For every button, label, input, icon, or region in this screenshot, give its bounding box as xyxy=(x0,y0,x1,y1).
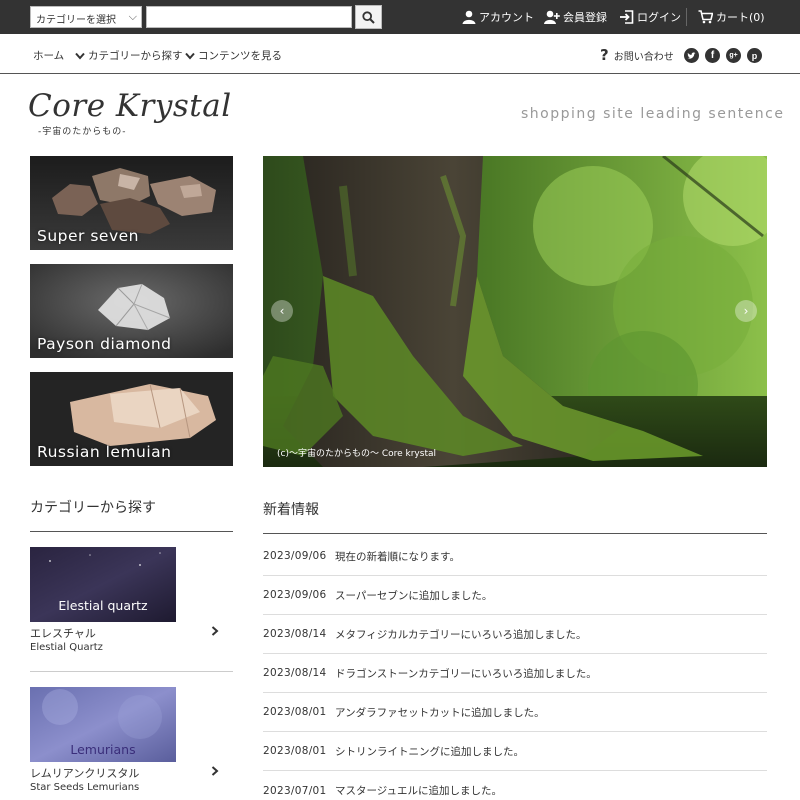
news-date: 2023/09/06 xyxy=(263,550,327,562)
news-date: 2023/08/14 xyxy=(263,667,327,679)
topbar-divider xyxy=(686,8,687,26)
category-name-en: Elestial Quartz xyxy=(30,642,103,653)
search-icon xyxy=(362,10,375,24)
nav-contents[interactable]: コンテンツを見る xyxy=(185,48,282,63)
account-link[interactable]: アカウント xyxy=(462,9,534,25)
facebook-icon[interactable]: f xyxy=(705,48,720,63)
chevron-down-icon xyxy=(75,52,85,60)
cart-link[interactable]: カート(0) xyxy=(698,9,765,25)
news-date: 2023/08/14 xyxy=(263,628,327,640)
banner-russian-lemurian[interactable]: Russian lemuian xyxy=(30,372,233,466)
news-date: 2023/08/01 xyxy=(263,706,327,718)
search-button[interactable] xyxy=(355,5,382,29)
google-plus-icon[interactable]: g+ xyxy=(726,48,741,63)
pinterest-icon[interactable]: p xyxy=(747,48,762,63)
news-item[interactable]: 2023/08/14 メタフィジカルカテゴリーにいろいろ追加しました。 xyxy=(263,615,767,654)
news-item[interactable]: 2023/09/06 現在の新着順になります。 xyxy=(263,537,767,576)
news-section-title: 新着情報 xyxy=(263,502,319,518)
banner-label: Russian lemuian xyxy=(37,443,172,461)
chevron-down-icon: ⌵ xyxy=(128,10,137,23)
category-select[interactable]: カテゴリーを選択 ⌵ xyxy=(30,6,142,28)
news-date: 2023/09/06 xyxy=(263,589,327,601)
user-icon xyxy=(462,10,476,24)
chevron-right-icon[interactable] xyxy=(211,626,219,639)
facebook-glyph: f xyxy=(710,50,715,61)
news-item[interactable]: 2023/08/14 ドラゴンストーンカテゴリーにいろいろ追加しました。 xyxy=(263,654,767,693)
site-tagline: shopping site leading sentence xyxy=(521,106,785,122)
nav-category[interactable]: カテゴリーから探す xyxy=(75,48,183,63)
chevron-left-icon: ‹ xyxy=(279,304,285,318)
news-date: 2023/08/01 xyxy=(263,745,327,757)
news-divider xyxy=(263,533,767,534)
category-image-label: Elestial quartz xyxy=(58,598,148,613)
account-label: アカウント xyxy=(479,11,534,24)
bird-glyph xyxy=(687,51,696,59)
banner-super-seven[interactable]: Super seven xyxy=(30,156,233,250)
nav-contact[interactable]: ? お問い合わせ xyxy=(600,46,674,64)
news-date: 2023/07/01 xyxy=(263,784,327,797)
hero-slider[interactable] xyxy=(263,156,767,467)
category-image-elestial[interactable]: Elestial quartz xyxy=(30,547,176,622)
banner-payson-diamond[interactable]: Payson diamond xyxy=(30,264,233,358)
news-item[interactable]: 2023/08/01 アンダラファセットカットに追加しました。 xyxy=(263,693,767,732)
top-bar: カテゴリーを選択 ⌵ アカウント 会員登録 ログイン カート(0) xyxy=(0,0,800,34)
category-item-divider xyxy=(30,671,233,672)
question-icon: ? xyxy=(600,46,609,64)
news-text: メタフィジカルカテゴリーにいろいろ追加しました。 xyxy=(335,628,587,641)
news-text: スーパーセブンに追加しました。 xyxy=(335,589,493,602)
pinterest-glyph: p xyxy=(751,50,758,61)
category-divider xyxy=(30,531,233,532)
slider-next-button[interactable]: › xyxy=(735,300,757,322)
main-nav: ホーム カテゴリーから探す コンテンツを見る ? お問い合わせ xyxy=(0,34,800,74)
chevron-down-icon xyxy=(185,52,195,60)
login-icon xyxy=(620,10,634,24)
chevron-right-icon[interactable] xyxy=(211,766,219,779)
news-text: アンダラファセットカットに追加しました。 xyxy=(335,706,545,719)
login-label: ログイン xyxy=(637,11,681,24)
news-item[interactable]: 2023/09/06 スーパーセブンに追加しました。 xyxy=(263,576,767,615)
category-image-label: Lemurians xyxy=(70,742,136,757)
category-section-title: カテゴリーから探す xyxy=(30,500,156,516)
search-input[interactable] xyxy=(146,6,352,28)
category-name-jp[interactable]: レムリアンクリスタル xyxy=(30,765,139,781)
nav-category-label: カテゴリーから探す xyxy=(88,50,183,62)
news-text: マスタージュエルに追加しました。 xyxy=(335,785,503,797)
cart-icon xyxy=(698,10,713,24)
user-add-icon xyxy=(544,10,560,24)
chevron-right-icon: › xyxy=(743,304,749,318)
nav-contents-label: コンテンツを見る xyxy=(198,50,282,62)
slider-caption: (c)〜宇宙のたからもの〜 Core krystal xyxy=(277,449,436,459)
news-item[interactable]: 2023/07/01 マスタージュエルに追加しました。 xyxy=(263,771,767,800)
banner-label: Payson diamond xyxy=(37,335,172,353)
news-text: 現在の新着順になります。 xyxy=(335,550,460,563)
login-link[interactable]: ログイン xyxy=(619,9,681,25)
twitter-icon[interactable] xyxy=(684,48,699,63)
register-label: 会員登録 xyxy=(563,11,607,24)
nav-home[interactable]: ホーム xyxy=(33,48,64,63)
site-logo-subtitle: -宇宙のたからもの- xyxy=(38,127,127,137)
news-item[interactable]: 2023/08/01 シトリンライトニングに追加しました。 xyxy=(263,732,767,771)
news-text: ドラゴンストーンカテゴリーにいろいろ追加しました。 xyxy=(335,667,597,680)
slider-prev-button[interactable]: ‹ xyxy=(271,300,293,322)
google-plus-glyph: g+ xyxy=(729,52,738,59)
news-text: シトリンライトニングに追加しました。 xyxy=(335,745,524,758)
category-name-jp[interactable]: エレスチャル xyxy=(30,625,96,641)
cart-label: カート(0) xyxy=(716,11,765,24)
nav-home-label: ホーム xyxy=(33,50,65,62)
category-image-lemurians[interactable]: Lemurians xyxy=(30,687,176,762)
register-link[interactable]: 会員登録 xyxy=(544,9,607,25)
category-select-label: カテゴリーを選択 xyxy=(36,15,116,26)
site-logo[interactable]: Core Krystal xyxy=(28,88,232,124)
forest-tree-image xyxy=(263,156,767,467)
nav-contact-label: お問い合わせ xyxy=(613,51,674,63)
banner-label: Super seven xyxy=(37,227,139,245)
category-name-en: Star Seeds Lemurians xyxy=(30,782,140,793)
